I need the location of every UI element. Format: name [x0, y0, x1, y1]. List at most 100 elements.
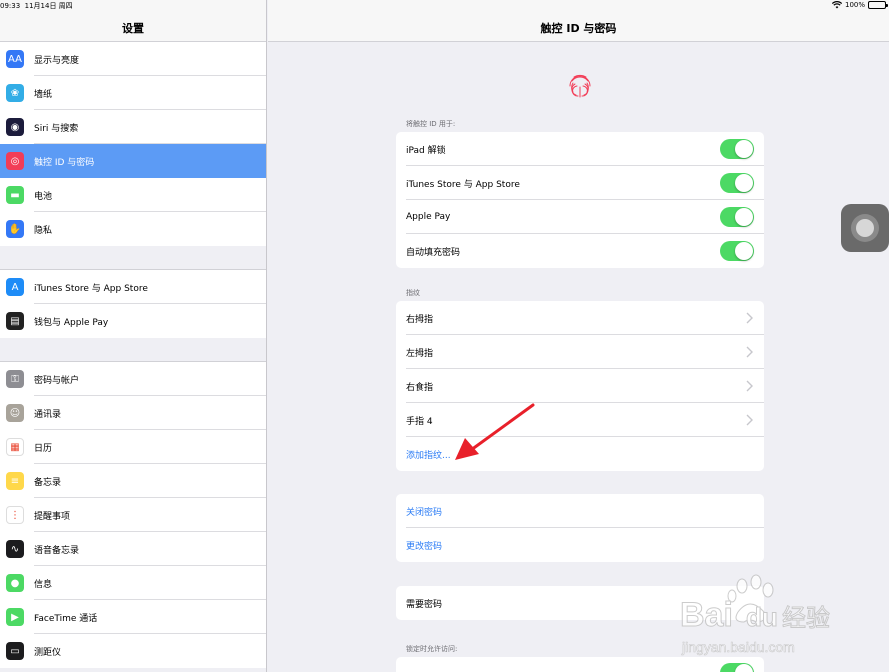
sidebar-item[interactable]: ∿ 语音备忘录: [0, 532, 266, 566]
sidebar-item-label: 电池: [34, 191, 53, 202]
lock-access-label: 锁定时允许访问:: [406, 645, 458, 653]
switch-knob: [735, 140, 753, 158]
use-for-label: iTunes Store 与 App Store: [406, 179, 520, 190]
sidebar-list: AA 显示与亮度 ❀ 墙纸 ◉ Siri 与搜索 ◎ 触控 ID 与密码 ▬ 电池 ✋ 隐私 AiTun…: [0, 42, 266, 668]
toggle-switch[interactable]: [720, 173, 754, 193]
contacts-icon: ☺: [6, 404, 24, 422]
watermark-text: 经验: [782, 604, 830, 632]
sidebar-group: ⚿ 密码与帐户 ☺ 通讯录 ▦ 日历 ≡ 备忘录 ⋮ 提醒事项 ∿ 语音备忘录 ● 信息 ▶ FaceTime…: [0, 362, 266, 668]
sidebar: 设置 AA 显示与亮度 ❀ 墙纸 ◉ Siri 与搜索 ◎ 触控 ID 与密码 ▬ 电池 ✋ 隐私 Ai…: [0, 0, 267, 672]
watermark-url: jingyan.baidu.com: [681, 639, 795, 655]
sidebar-item-label: 备忘录: [34, 477, 62, 488]
assistive-touch-center: [856, 219, 874, 237]
fingerprint-row[interactable]: 左拇指: [396, 335, 764, 369]
sidebar-item-label: 测距仪: [34, 647, 62, 658]
sidebar-item-label: 隐私: [34, 225, 53, 236]
wifi-icon: [831, 1, 842, 9]
sidebar-group-gap: [0, 338, 266, 362]
assistive-touch-button[interactable]: [841, 204, 889, 252]
switch-knob: [735, 664, 753, 672]
sidebar-item[interactable]: ⚿ 密码与帐户: [0, 362, 266, 396]
sidebar-item-label: 信息: [34, 579, 53, 590]
use-for-label: iPad 解锁: [406, 145, 446, 156]
sidebar-item-label: 提醒事项: [34, 511, 71, 522]
sidebar-item-label: FaceTime 通话: [34, 613, 98, 624]
sidebar-item[interactable]: AA 显示与亮度: [0, 42, 266, 76]
toggle-switch[interactable]: [720, 207, 754, 227]
sidebar-group: AA 显示与亮度 ❀ 墙纸 ◉ Siri 与搜索 ◎ 触控 ID 与密码 ▬ 电池 ✋ 隐私: [0, 42, 266, 246]
battery-percent: 100%: [844, 1, 865, 9]
sidebar-item-label: 语音备忘录: [34, 545, 80, 556]
status-right: 100%: [831, 1, 888, 9]
sidebar-group: AiTunes Store 与 App Store ▤ 钱包与 Apple Pay: [0, 270, 266, 338]
reminders-icon: ⋮: [6, 506, 24, 524]
turn-passcode-off-button[interactable]: 关闭密码: [396, 494, 764, 528]
sidebar-item[interactable]: ▭ 测距仪: [0, 634, 266, 668]
sidebar-item[interactable]: ● 信息: [0, 566, 266, 600]
sidebar-item-label: 通讯录: [34, 409, 62, 420]
fingerprint-row[interactable]: 右食指: [396, 369, 764, 403]
use-for-card: iPad 解锁 iTunes Store 与 App Store Apple Pay…: [396, 132, 764, 268]
status-bar: 09:33 11月14日 周四 100%: [0, 0, 889, 12]
fingerprint-row[interactable]: 右拇指: [396, 301, 764, 335]
fingerprint-label: 手指 4: [406, 416, 433, 427]
fingerprint-row[interactable]: 手指 4: [396, 403, 764, 437]
fingerprints-label: 指纹: [406, 289, 420, 297]
sidebar-item[interactable]: ▶ FaceTime 通话: [0, 600, 266, 634]
sidebar-item-label: 日历: [34, 443, 53, 454]
lock-access-switch[interactable]: [720, 663, 754, 672]
use-for-label: Apple Pay: [406, 212, 451, 222]
sidebar-item[interactable]: ⋮ 提醒事项: [0, 498, 266, 532]
battery-status-icon: [868, 1, 888, 9]
sidebar-item[interactable]: ≡ 备忘录: [0, 464, 266, 498]
siri-icon: ◉: [6, 118, 24, 136]
sidebar-item[interactable]: ▤ 钱包与 Apple Pay: [0, 304, 266, 338]
sidebar-item[interactable]: ✋ 隐私: [0, 212, 266, 246]
switch-knob: [735, 208, 753, 226]
toggle-switch[interactable]: [720, 241, 754, 261]
page-title: 触控 ID 与密码: [540, 22, 617, 35]
sidebar-item-label: 显示与亮度: [34, 55, 80, 66]
fingerprint-label: 左拇指: [406, 348, 434, 359]
chevron-right-icon: [746, 346, 753, 358]
sidebar-item[interactable]: ◎ 触控 ID 与密码: [0, 144, 266, 178]
wallet-icon: ▤: [6, 312, 24, 330]
watermark-brand: Bai: [680, 596, 733, 634]
sidebar-item[interactable]: AiTunes Store 与 App Store: [0, 270, 266, 304]
fingerprint-label: 右拇指: [406, 314, 434, 325]
sidebar-item-label: 墙纸: [34, 89, 53, 100]
toggle-switch[interactable]: [720, 139, 754, 159]
calendar-icon: ▦: [6, 438, 24, 456]
sidebar-item-label: 触控 ID 与密码: [34, 157, 95, 168]
status-time: 09:33 11月14日 周四: [0, 2, 73, 10]
sidebar-item-label: Siri 与搜索: [34, 123, 79, 134]
chevron-right-icon: [746, 312, 753, 324]
sidebar-item[interactable]: ❀ 墙纸: [0, 76, 266, 110]
use-for-row: iPad 解锁: [396, 132, 764, 166]
touch-id-icon: ◎: [6, 152, 24, 170]
annotation-arrow-icon: [455, 403, 535, 460]
baidu-jingyan-watermark: Bai du 经验 jingyan.baidu.com: [680, 574, 831, 655]
sidebar-item[interactable]: ☺ 通讯录: [0, 396, 266, 430]
privacy-hand-icon: ✋: [6, 220, 24, 238]
use-for-row: iTunes Store 与 App Store: [396, 166, 764, 200]
use-for-label: 将触控 ID 用于:: [406, 120, 456, 128]
fingerprint-label: 右食指: [406, 382, 434, 393]
sidebar-item[interactable]: ◉ Siri 与搜索: [0, 110, 266, 144]
sidebar-item-label: 钱包与 Apple Pay: [34, 317, 109, 328]
notes-icon: ≡: [6, 472, 24, 490]
sidebar-title: 设置: [122, 22, 144, 35]
change-passcode-button[interactable]: 更改密码: [396, 528, 764, 562]
display-brightness-icon: AA: [6, 50, 24, 68]
measure-icon: ▭: [6, 642, 24, 660]
fingerprints-card: 右拇指左拇指右食指手指 4 添加指纹...: [396, 301, 764, 471]
sidebar-item[interactable]: ▬ 电池: [0, 178, 266, 212]
voice-memos-icon: ∿: [6, 540, 24, 558]
use-for-row: 自动填充密码: [396, 234, 764, 268]
wallpaper-icon: ❀: [6, 84, 24, 102]
sidebar-item[interactable]: ▦ 日历: [0, 430, 266, 464]
add-fingerprint-button[interactable]: 添加指纹...: [396, 437, 764, 471]
switch-knob: [735, 174, 753, 192]
switch-knob: [735, 242, 753, 260]
chevron-right-icon: [746, 414, 753, 426]
